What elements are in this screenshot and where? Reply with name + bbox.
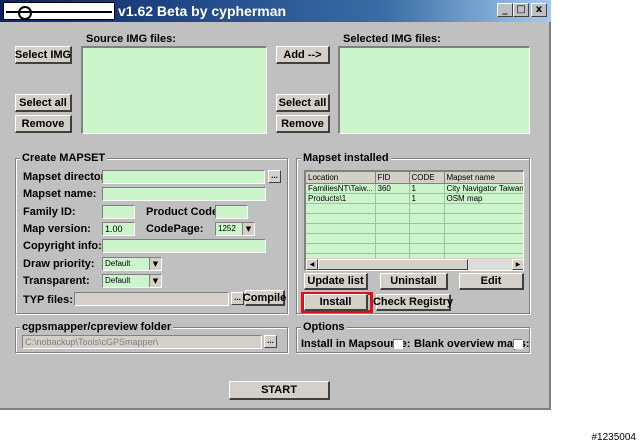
table-cell: OSM map <box>444 193 523 204</box>
draw-priority-value: Default <box>105 259 131 268</box>
product-code-label: Product Code: <box>146 206 222 218</box>
source-img-label: Source IMG files: <box>86 33 176 45</box>
column-header[interactable]: FID <box>375 172 410 184</box>
column-header[interactable]: Location <box>306 172 376 184</box>
draw-priority-label: Draw priority: <box>23 258 95 270</box>
edit-button[interactable]: Edit <box>459 273 524 290</box>
update-list-button[interactable]: Update list <box>304 273 368 290</box>
source-remove-button[interactable]: Remove <box>15 115 72 133</box>
title-bar[interactable]: v1.62 Beta by cypherman _ □ x <box>0 0 551 22</box>
table-cell: City Navigator Taiwan N <box>444 183 523 194</box>
table-row[interactable] <box>306 213 523 224</box>
uninstall-button[interactable]: Uninstall <box>380 273 448 290</box>
select-img-button[interactable]: Select IMG <box>15 46 72 64</box>
watermark-text: #1235004 <box>591 432 637 443</box>
cgpsmapper-title: cgpsmapper/cpreview folder <box>20 321 174 333</box>
table-row[interactable] <box>306 243 523 254</box>
codepage-select[interactable]: 1252 ▼ <box>215 222 255 236</box>
column-header[interactable]: Mapset name <box>444 172 523 184</box>
check-registry-button[interactable]: Check Registry <box>373 294 453 311</box>
family-id-input[interactable] <box>102 205 135 219</box>
chevron-down-icon[interactable]: ▼ <box>149 258 161 270</box>
mapset-name-input[interactable] <box>102 187 266 201</box>
add-button[interactable]: Add --> <box>276 46 330 64</box>
transparent-select[interactable]: Default ▼ <box>102 274 162 288</box>
map-version-input[interactable]: 1.00 <box>102 222 135 236</box>
close-button[interactable]: x <box>531 3 547 17</box>
create-mapset-title: Create MAPSET <box>20 152 108 164</box>
selected-img-label: Selected IMG files: <box>343 33 441 45</box>
mapset-directory-input[interactable] <box>102 170 265 184</box>
source-select-all-button[interactable]: Select all <box>15 94 72 112</box>
typ-files-input[interactable] <box>74 292 229 306</box>
table-cell: 1 <box>409 183 445 194</box>
maximize-button[interactable]: □ <box>513 3 529 17</box>
minimize-button[interactable]: _ <box>497 3 513 17</box>
selected-img-list[interactable] <box>338 46 530 134</box>
family-id-label: Family ID: <box>23 206 76 218</box>
codepage-label: CodePage: <box>146 223 204 235</box>
mapset-directory-browse-button[interactable]: ... <box>268 170 281 183</box>
table-cell: Products\1 <box>306 193 376 204</box>
table-cell: FamiliesNT\Taiw... <box>306 183 376 194</box>
map-version-label: Map version: <box>23 223 91 235</box>
transparent-value: Default <box>105 276 131 285</box>
mapset-installed-table[interactable]: Location FID CODE Mapset name FamiliesNT… <box>304 170 524 271</box>
compile-button[interactable]: Compile <box>243 290 286 306</box>
table-row[interactable]: Products\1 1 OSM map <box>306 193 523 204</box>
chevron-down-icon[interactable]: ▼ <box>149 275 161 287</box>
codepage-value: 1252 <box>218 224 236 233</box>
draw-priority-select[interactable]: Default ▼ <box>102 257 162 271</box>
table-row[interactable] <box>306 203 523 214</box>
chevron-down-icon[interactable]: ▼ <box>242 223 254 235</box>
table-cell: 360 <box>375 183 410 194</box>
options-title: Options <box>301 321 347 333</box>
selected-remove-button[interactable]: Remove <box>276 115 330 133</box>
cgpsmapper-browse-button[interactable]: ... <box>264 335 277 348</box>
install-button[interactable]: Install <box>304 294 368 311</box>
mapset-name-label: Mapset name: <box>23 188 97 200</box>
mapset-directory-label: Mapset directory: <box>23 171 115 183</box>
blank-overview-checkbox[interactable] <box>513 339 523 349</box>
start-button[interactable]: START <box>229 381 330 400</box>
scroll-thumb[interactable] <box>318 259 468 270</box>
table-row[interactable] <box>306 233 523 244</box>
typ-files-label: TYP files: <box>23 294 73 306</box>
transparent-label: Transparent: <box>23 275 90 287</box>
horizontal-scrollbar[interactable]: ◀ ▶ <box>306 258 523 270</box>
table-cell <box>375 193 410 204</box>
app-logo-icon <box>3 2 115 20</box>
product-code-input[interactable] <box>215 205 248 219</box>
mapset-table: Location FID CODE Mapset name FamiliesNT… <box>306 172 523 264</box>
install-mapsource-checkbox[interactable] <box>393 339 403 349</box>
mapset-installed-title: Mapset installed <box>301 152 391 164</box>
column-header[interactable]: CODE <box>409 172 445 184</box>
table-header-row: Location FID CODE Mapset name <box>306 172 523 184</box>
window-title: v1.62 Beta by cypherman <box>118 3 287 19</box>
cgpsmapper-path-input[interactable]: C:\nobackup\Tools\cGPSmapper\ <box>22 335 262 349</box>
main-window: v1.62 Beta by cypherman _ □ x Source IMG… <box>0 0 551 410</box>
table-cell: 1 <box>409 193 445 204</box>
copyright-input[interactable] <box>102 239 266 253</box>
copyright-label: Copyright info: <box>23 240 102 252</box>
scroll-right-icon[interactable]: ▶ <box>512 259 523 270</box>
selected-select-all-button[interactable]: Select all <box>276 94 330 112</box>
table-row[interactable] <box>306 223 523 234</box>
scroll-left-icon[interactable]: ◀ <box>306 259 318 270</box>
table-row[interactable]: FamiliesNT\Taiw... 360 1 City Navigator … <box>306 183 523 194</box>
source-img-list[interactable] <box>81 46 267 134</box>
